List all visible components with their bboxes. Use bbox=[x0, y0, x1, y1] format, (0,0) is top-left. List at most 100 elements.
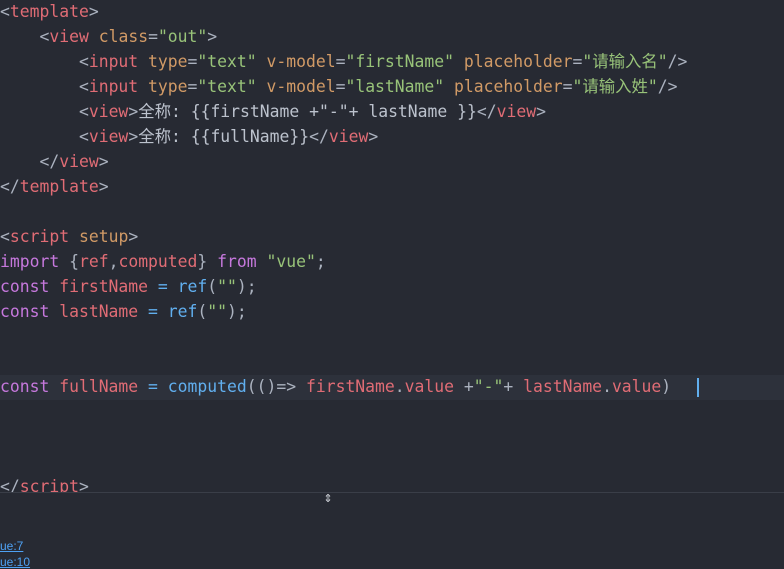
console-source-link[interactable]: ue:10 bbox=[0, 555, 30, 569]
code-token: < bbox=[0, 227, 10, 246]
code-line: </template> bbox=[0, 174, 109, 199]
code-token: . bbox=[394, 377, 405, 396]
code-token: </ bbox=[0, 477, 20, 492]
code-token: input bbox=[88, 77, 139, 96]
code-token: + bbox=[503, 377, 514, 396]
code-token: template bbox=[19, 177, 99, 196]
code-token: script bbox=[19, 477, 79, 492]
code-token: from bbox=[217, 252, 257, 271]
code-token: template bbox=[9, 2, 89, 21]
code-line: import {ref,computed} from "vue"; bbox=[0, 249, 326, 274]
code-token: firstName bbox=[59, 277, 149, 296]
code-line: const fullName = computed(()=> firstName… bbox=[0, 374, 671, 399]
code-token: lastName bbox=[523, 377, 603, 396]
code-token: > bbox=[128, 127, 139, 146]
code-token: + bbox=[463, 377, 474, 396]
code-token: </ bbox=[0, 177, 20, 196]
code-token: { bbox=[69, 252, 79, 271]
code-token: fullName bbox=[59, 377, 139, 396]
console-panel: ue:7 ue:10 bbox=[0, 493, 784, 569]
code-token: > bbox=[128, 102, 139, 121]
code-token: ref bbox=[78, 252, 109, 271]
code-token: class bbox=[98, 27, 149, 46]
code-token: </ bbox=[39, 152, 60, 171]
code-token: > bbox=[98, 177, 109, 196]
code-token: . bbox=[602, 377, 612, 396]
code-line: </view> bbox=[0, 149, 109, 174]
code-token: < bbox=[78, 77, 89, 96]
code-token: = bbox=[562, 77, 573, 96]
code-token: view bbox=[88, 127, 129, 146]
code-line: <view class="out"> bbox=[0, 24, 217, 49]
code-token: "vue" bbox=[266, 252, 316, 271]
code-token: = bbox=[157, 277, 168, 296]
code-token: > bbox=[207, 27, 218, 46]
code-token: = bbox=[148, 27, 158, 46]
code-line: const firstName = ref(""); bbox=[0, 274, 257, 299]
code-line: const lastName = ref(""); bbox=[0, 299, 247, 324]
code-token: > bbox=[88, 2, 99, 21]
code-token: computed bbox=[118, 252, 198, 271]
code-token: < bbox=[78, 52, 89, 71]
code-token: 全称: {{firstName +"-"+ lastName }} bbox=[138, 102, 477, 121]
code-editor[interactable]: <template> <view class="out"> <input typ… bbox=[0, 0, 784, 492]
code-token: "请输入姓" bbox=[572, 77, 658, 96]
code-token: import bbox=[0, 252, 60, 271]
code-token: = bbox=[335, 52, 346, 71]
code-token: = bbox=[187, 52, 198, 71]
code-line: <script setup> bbox=[0, 224, 138, 249]
code-token: view bbox=[88, 102, 129, 121]
code-token: ); bbox=[227, 302, 247, 321]
code-token: ) bbox=[661, 377, 672, 396]
code-token: ( bbox=[197, 302, 208, 321]
code-token: > bbox=[536, 102, 546, 121]
code-token: "text" bbox=[197, 77, 257, 96]
code-token: </ bbox=[476, 102, 497, 121]
code-token: "-" bbox=[473, 377, 504, 396]
code-token: = bbox=[187, 77, 198, 96]
code-token: 全称: {{fullName}} bbox=[138, 127, 310, 146]
code-line: <input type="text" v-model="firstName" p… bbox=[0, 49, 687, 74]
code-token: "" bbox=[217, 277, 237, 296]
code-token: > bbox=[98, 152, 109, 171]
code-line: <view>全称: {{fullName}}</view> bbox=[0, 124, 378, 149]
code-token: placeholder bbox=[463, 52, 573, 71]
code-token: view bbox=[59, 152, 99, 171]
code-token: "lastName" bbox=[345, 77, 445, 96]
code-token: lastName bbox=[59, 302, 139, 321]
code-token: firstName bbox=[305, 377, 395, 396]
resize-handle-icon[interactable]: ⇕ bbox=[321, 489, 335, 505]
code-token: ( bbox=[207, 277, 218, 296]
code-token: view bbox=[328, 127, 369, 146]
code-token: ); bbox=[236, 277, 257, 296]
code-token: placeholder bbox=[454, 77, 563, 96]
console-source-link[interactable]: ue:7 bbox=[0, 539, 23, 553]
code-token: = bbox=[572, 52, 583, 71]
code-token: ref bbox=[167, 302, 198, 321]
